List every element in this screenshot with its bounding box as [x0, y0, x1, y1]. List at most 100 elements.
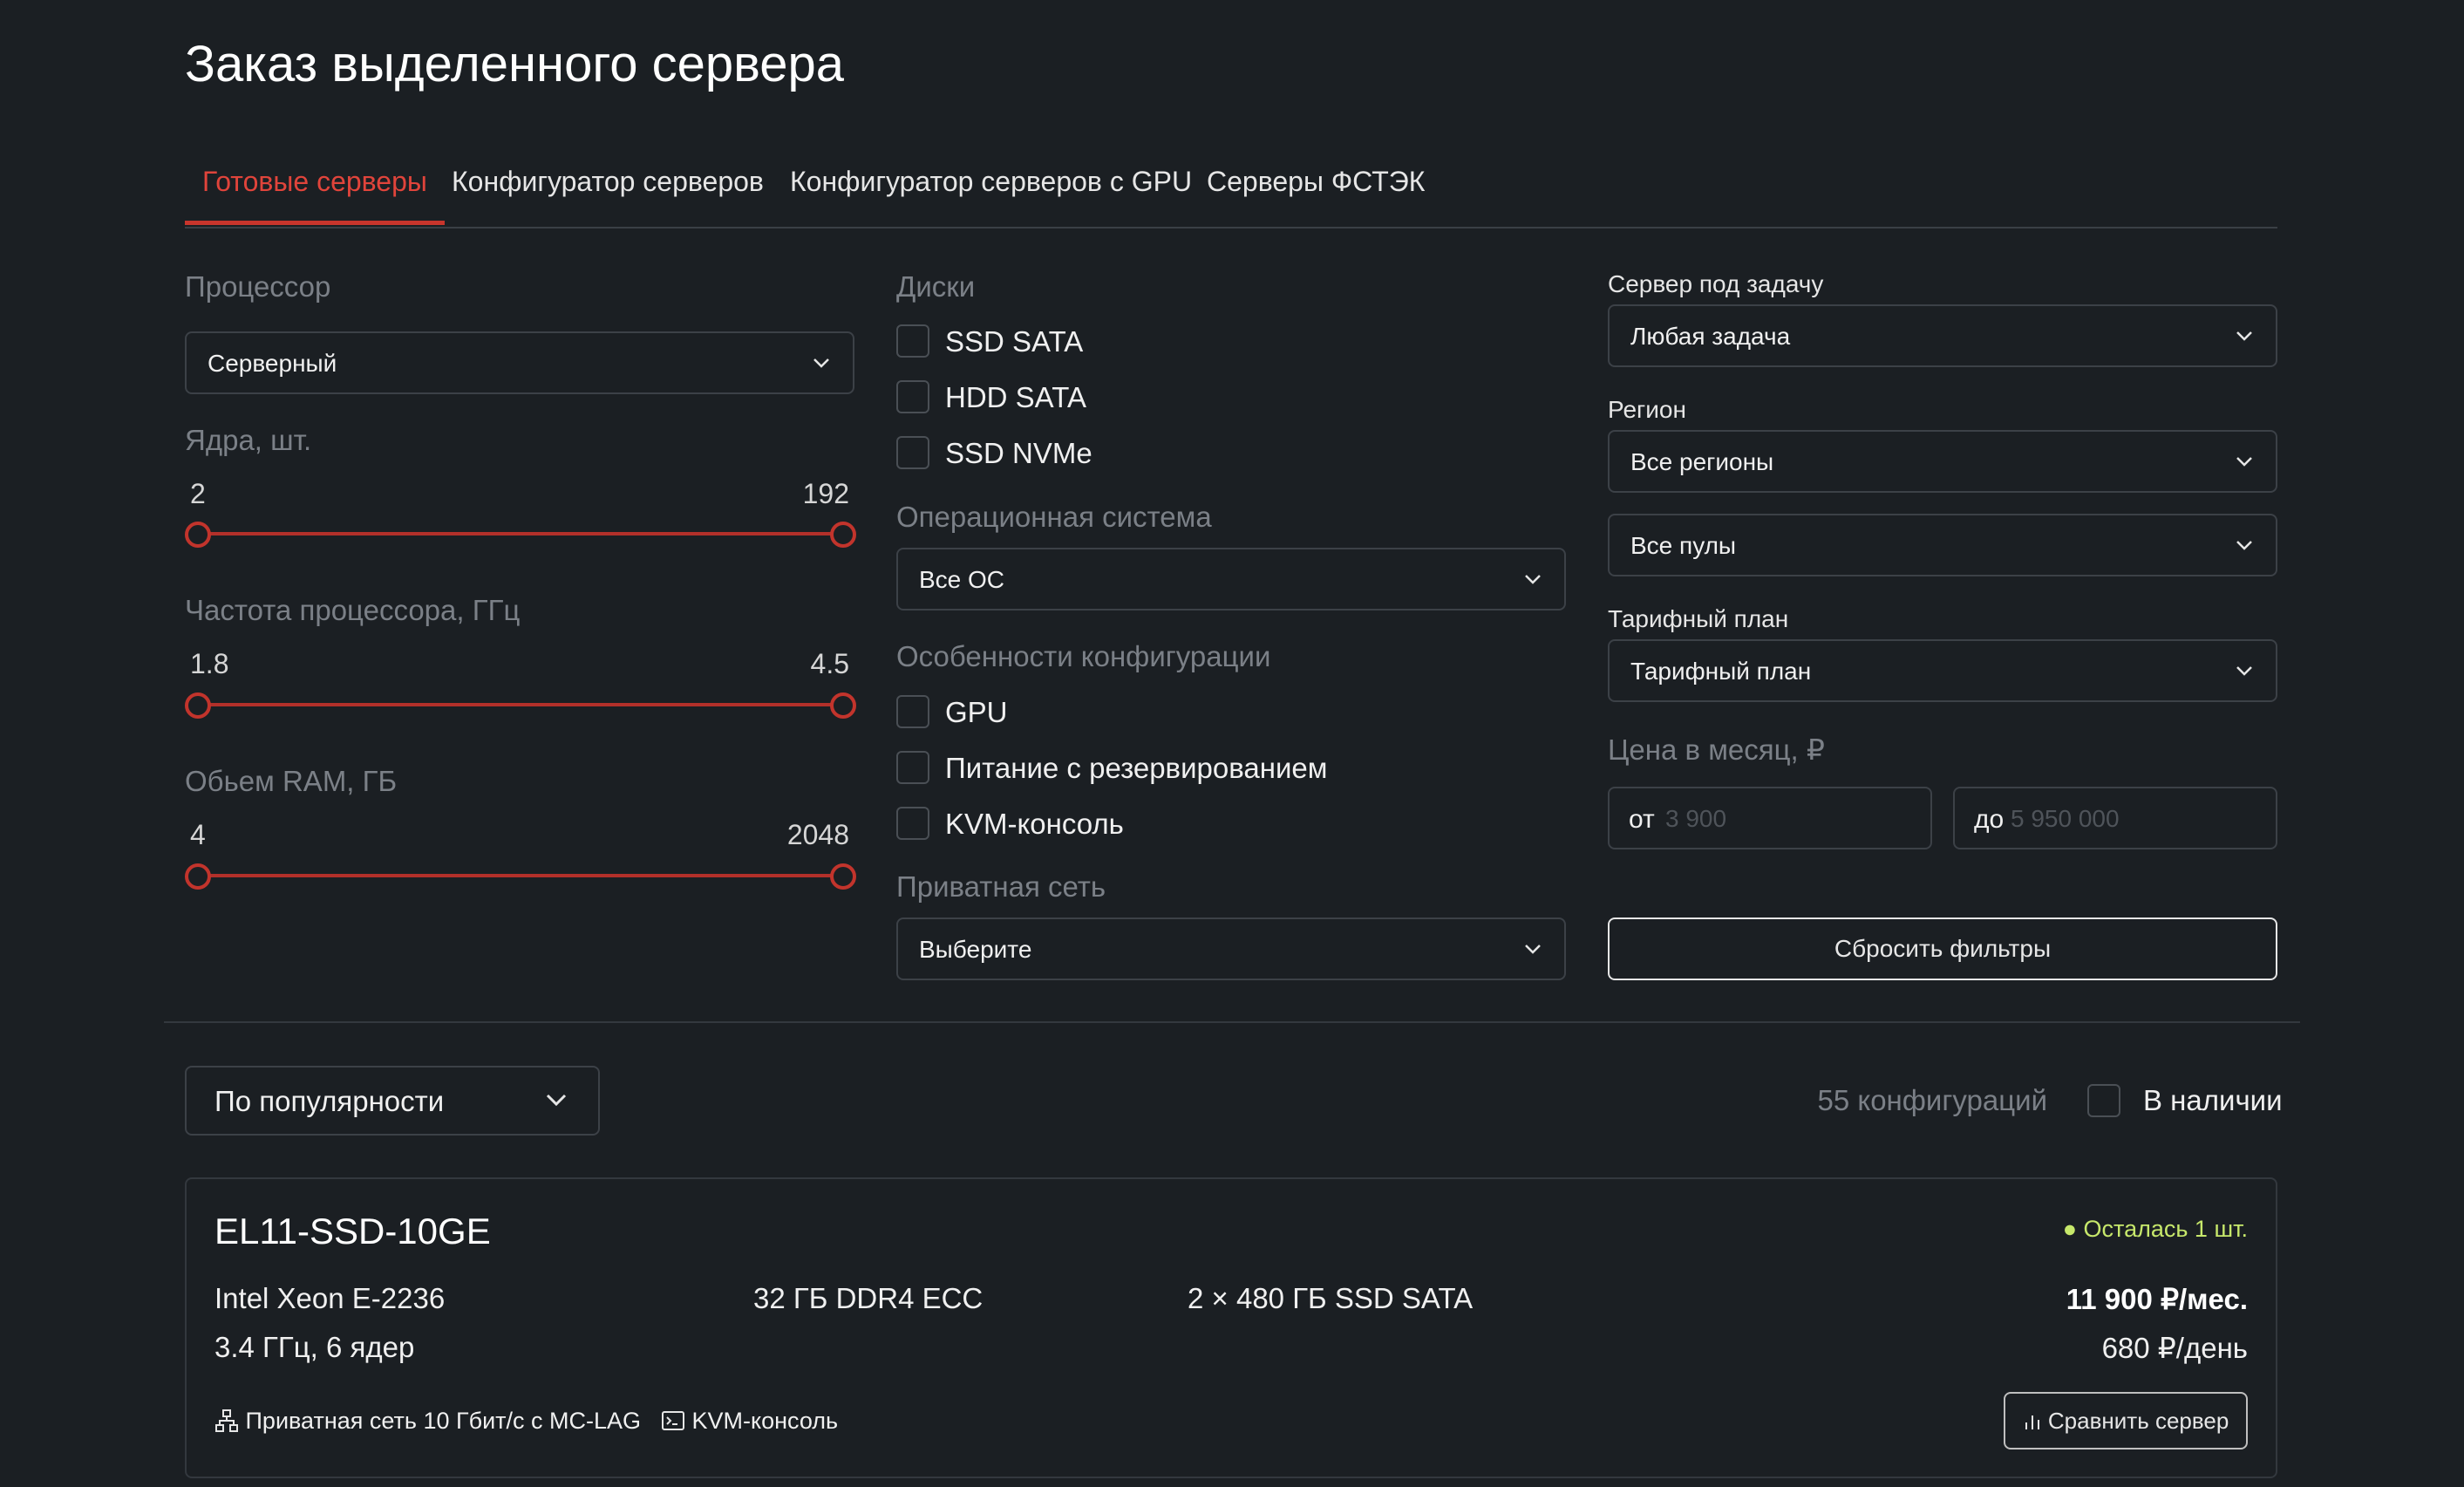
- chevron-down-icon: [2236, 457, 2252, 467]
- ram-slider-track: [197, 874, 842, 877]
- cores-max-handle[interactable]: [830, 522, 856, 548]
- region-select[interactable]: Все регионы: [1608, 430, 2277, 493]
- configurations-count: 55 конфигураций: [1817, 1084, 2047, 1116]
- redundant-power-label: Питание с резервированием: [945, 752, 1328, 784]
- page-title: Заказ выделенного сервера: [185, 36, 845, 92]
- hdd-sata-checkbox[interactable]: [896, 380, 929, 413]
- frequency-label: Частота процессора, ГГц: [185, 594, 521, 626]
- disks-label: Диски: [896, 270, 976, 303]
- task-label: Сервер под задачу: [1608, 270, 1824, 297]
- chart-bars-icon: [2025, 1415, 2039, 1429]
- region-label: Регион: [1608, 396, 1686, 423]
- compare-server-label: Сравнить сервер: [2047, 1408, 2229, 1434]
- private-network-value: Выберите: [919, 936, 1032, 963]
- in-stock-label: В наличии: [2143, 1084, 2283, 1116]
- in-stock-checkbox[interactable]: [2087, 1084, 2120, 1117]
- price-from-input[interactable]: [1664, 801, 1841, 837]
- server-storage: 2 × 480 ГБ SSD SATA: [1188, 1282, 1474, 1314]
- tab-configurator[interactable]: Конфигуратор серверов: [452, 166, 764, 225]
- feature-private-network: Приватная сеть 10 Гбит/с с MC-LAG: [214, 1408, 641, 1435]
- ssd-nvme-label: SSD NVMe: [945, 437, 1092, 469]
- server-name: EL11-SSD-10GE: [214, 1211, 491, 1252]
- price-to-input[interactable]: [2009, 801, 2187, 837]
- feature-kvm-label: KVM-консоль: [691, 1408, 839, 1434]
- price-day: 680 ₽/день: [2101, 1332, 2248, 1364]
- chevron-down-icon: [546, 1094, 567, 1107]
- stock-text: Осталась 1 шт.: [2083, 1216, 2248, 1242]
- chevron-down-icon: [1525, 945, 1541, 954]
- feature-kvm: KVM-консоль: [661, 1408, 838, 1435]
- sort-select[interactable]: По популярности: [185, 1066, 600, 1136]
- server-cpu: Intel Xeon E-2236: [214, 1282, 446, 1314]
- divider: [164, 1021, 2300, 1023]
- sort-value: По популярности: [214, 1085, 445, 1117]
- cores-min: 2: [190, 478, 206, 509]
- chevron-down-icon: [2236, 541, 2252, 550]
- processor-value: Серверный: [208, 350, 337, 377]
- ssd-sata-label: SSD SATA: [945, 325, 1084, 358]
- kvm-console-checkbox[interactable]: [896, 807, 929, 840]
- tariff-value: Тарифный план: [1630, 658, 1812, 685]
- ram-min: 4: [190, 819, 206, 850]
- tariff-select[interactable]: Тарифный план: [1608, 639, 2277, 702]
- ram-max-handle[interactable]: [830, 863, 856, 890]
- frequency-min-handle[interactable]: [185, 692, 211, 719]
- cores-label: Ядра, шт.: [185, 424, 312, 456]
- tab-fstek-servers[interactable]: Серверы ФСТЭК: [1207, 166, 1425, 225]
- tab-ready-servers[interactable]: Готовые серверы: [185, 166, 445, 225]
- ram-label: Обьем RAM, ГБ: [185, 765, 398, 797]
- stock-dot-icon: ●: [2062, 1216, 2084, 1242]
- compare-server-button[interactable]: Сравнить сервер: [2004, 1392, 2248, 1449]
- frequency-min: 1.8: [190, 648, 229, 679]
- cores-min-handle[interactable]: [185, 522, 211, 548]
- os-select[interactable]: Все ОС: [896, 548, 1566, 610]
- server-cpu-details: 3.4 ГГц, 6 ядер: [214, 1331, 415, 1363]
- pool-select[interactable]: Все пулы: [1608, 514, 2277, 576]
- price-from-field[interactable]: от: [1608, 787, 1932, 849]
- ram-min-handle[interactable]: [185, 863, 211, 890]
- price-to-field[interactable]: до: [1953, 787, 2277, 849]
- chevron-down-icon: [2236, 331, 2252, 341]
- ssd-nvme-checkbox[interactable]: [896, 436, 929, 469]
- price-month: 11 900 ₽/мес.: [2066, 1283, 2248, 1315]
- network-icon: [215, 1409, 238, 1432]
- private-network-select[interactable]: Выберите: [896, 917, 1566, 980]
- chevron-down-icon: [2236, 666, 2252, 676]
- ram-max: 2048: [786, 819, 849, 850]
- private-network-label: Приватная сеть: [896, 870, 1106, 903]
- processor-select[interactable]: Серверный: [185, 331, 854, 394]
- cores-max: 192: [802, 478, 849, 509]
- tab-bar: Готовые серверы Конфигуратор серверов Ко…: [185, 160, 2277, 229]
- region-value: Все регионы: [1630, 448, 1774, 475]
- processor-label: Процессор: [185, 270, 331, 303]
- kvm-console-label: KVM-консоль: [945, 808, 1124, 840]
- task-value: Любая задача: [1630, 323, 1791, 350]
- ssd-sata-checkbox[interactable]: [896, 324, 929, 358]
- chevron-down-icon: [813, 358, 829, 368]
- os-value: Все ОС: [919, 566, 1005, 593]
- price-from-prefix: от: [1629, 805, 1655, 834]
- price-to-prefix: до: [1974, 805, 2005, 834]
- frequency-slider-track: [197, 703, 842, 706]
- feature-private-network-label: Приватная сеть 10 Гбит/с с MC-LAG: [245, 1408, 642, 1434]
- gpu-label: GPU: [945, 696, 1008, 728]
- server-ram: 32 ГБ DDR4 ECC: [753, 1282, 984, 1314]
- reset-filters-button[interactable]: Сбросить фильтры: [1608, 917, 2277, 980]
- frequency-max-handle[interactable]: [830, 692, 856, 719]
- price-label: Цена в месяц, ₽: [1608, 733, 1825, 766]
- pool-value: Все пулы: [1630, 532, 1737, 559]
- terminal-icon: [662, 1411, 684, 1430]
- redundant-power-checkbox[interactable]: [896, 751, 929, 784]
- task-select[interactable]: Любая задача: [1608, 304, 2277, 367]
- stock-status: ● Осталась 1 шт.: [2063, 1216, 2248, 1243]
- hdd-sata-label: HDD SATA: [945, 381, 1086, 413]
- chevron-down-icon: [1525, 575, 1541, 584]
- features-label: Особенности конфигурации: [896, 640, 1271, 672]
- gpu-checkbox[interactable]: [896, 695, 929, 728]
- os-label: Операционная система: [896, 501, 1212, 533]
- tab-gpu-configurator[interactable]: Конфигуратор серверов с GPU: [790, 166, 1192, 225]
- server-card[interactable]: EL11-SSD-10GE ● Осталась 1 шт. Intel Xeo…: [185, 1177, 2277, 1478]
- frequency-max: 4.5: [810, 648, 849, 679]
- cores-slider-track: [197, 532, 842, 535]
- tariff-label: Тарифный план: [1608, 605, 1789, 632]
